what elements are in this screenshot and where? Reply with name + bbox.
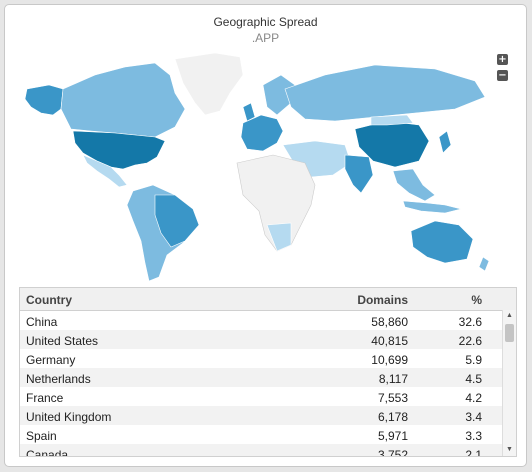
cell-percent: 2.1	[465, 448, 482, 457]
table-row[interactable]: China 58,860 32.6	[20, 311, 516, 330]
cell-domains: 7,553	[377, 391, 408, 405]
cell-country: China	[26, 315, 58, 329]
table-row[interactable]: Spain 5,971 3.3	[20, 425, 516, 444]
cell-percent: 3.3	[465, 429, 482, 443]
cell-country: United Kingdom	[26, 410, 112, 424]
header-domains[interactable]: Domains	[357, 293, 408, 307]
region-united-states[interactable]	[72, 130, 166, 170]
scrollbar-thumb[interactable]	[505, 324, 514, 342]
widget-subtitle: .APP	[251, 31, 280, 45]
cell-domains: 6,178	[377, 410, 408, 424]
cell-domains: 40,815	[371, 334, 408, 348]
cell-percent: 4.5	[465, 372, 482, 386]
region-india[interactable]	[344, 154, 374, 194]
region-japan[interactable]	[438, 130, 452, 154]
country-table: Country Domains % China 58,860 32.6 Unit…	[19, 287, 517, 457]
cell-country: Canada	[26, 448, 69, 457]
cell-country: Germany	[26, 353, 76, 367]
cell-country: France	[26, 391, 64, 405]
zoom-out-button[interactable]: −	[497, 70, 508, 81]
cell-domains: 10,699	[371, 353, 408, 367]
region-canada[interactable]	[60, 62, 186, 138]
cell-domains: 3,752	[377, 448, 408, 457]
table-row[interactable]: Netherlands 8,117 4.5	[20, 368, 516, 387]
table-row[interactable]: Canada 3,752 2.1	[20, 444, 516, 457]
table-scrollbar[interactable]: ▲ ▼	[502, 310, 516, 456]
scroll-up-arrow-icon[interactable]: ▲	[503, 310, 516, 322]
cell-percent: 4.2	[465, 391, 482, 405]
table-row[interactable]: United Kingdom 6,178 3.4	[20, 406, 516, 425]
region-mongolia[interactable]	[370, 114, 414, 126]
cell-percent: 32.6	[458, 315, 482, 329]
header-country[interactable]: Country	[26, 293, 72, 307]
region-greenland[interactable]	[174, 52, 244, 116]
region-new-zealand[interactable]	[478, 256, 490, 272]
geographic-spread-widget: Geographic Spread .APP + − Country Domai…	[4, 4, 527, 467]
cell-percent: 3.4	[465, 410, 482, 424]
region-russia[interactable]	[284, 64, 486, 122]
cell-domains: 58,860	[371, 315, 408, 329]
region-alaska[interactable]	[24, 84, 64, 116]
cell-percent: 22.6	[458, 334, 482, 348]
cell-country: Spain	[26, 429, 57, 443]
widget-title: Geographic Spread	[213, 15, 318, 29]
cell-country: Netherlands	[26, 372, 91, 386]
region-southeast-asia[interactable]	[392, 168, 436, 202]
region-australia[interactable]	[410, 220, 474, 264]
table-row[interactable]: United States 40,815 22.6	[20, 330, 516, 349]
cell-domains: 8,117	[378, 372, 408, 386]
table-row[interactable]: Germany 10,699 5.9	[20, 349, 516, 368]
header-percent[interactable]: %	[471, 293, 482, 307]
cell-percent: 5.9	[465, 353, 482, 367]
table-header: Country Domains %	[20, 288, 516, 311]
zoom-in-button[interactable]: +	[497, 54, 508, 65]
cell-domains: 5,971	[377, 429, 408, 443]
region-indonesia[interactable]	[402, 200, 462, 214]
world-map[interactable]	[15, 45, 495, 285]
cell-country: United States	[26, 334, 99, 348]
table-row[interactable]: France 7,553 4.2	[20, 387, 516, 406]
scroll-down-arrow-icon[interactable]: ▼	[503, 444, 516, 456]
